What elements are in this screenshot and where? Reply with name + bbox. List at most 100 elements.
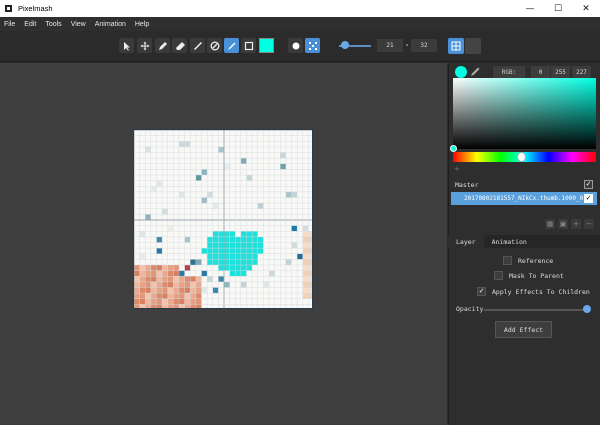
menu-file[interactable]: File bbox=[4, 21, 15, 28]
cyan-shape-pixel bbox=[224, 236, 230, 243]
cyan-shape-pixel bbox=[212, 236, 219, 243]
mask-to-parent-option[interactable]: Mask To Parent bbox=[494, 271, 564, 280]
cyan-shape-pixel bbox=[229, 236, 236, 243]
pixel bbox=[285, 259, 292, 265]
cyan-shape-pixel bbox=[257, 236, 264, 243]
menu-tools[interactable]: Tools bbox=[45, 21, 61, 28]
cyan-shape-pixel bbox=[218, 259, 224, 265]
grid-view-button[interactable] bbox=[448, 38, 464, 54]
apply-effects-label: Apply Effects To Children bbox=[492, 287, 590, 296]
current-color-preview[interactable] bbox=[455, 66, 467, 78]
cyan-shape-pixel bbox=[229, 242, 236, 249]
minimize-button[interactable]: — bbox=[516, 0, 544, 17]
menu-help[interactable]: Help bbox=[135, 21, 149, 28]
add-effect-button[interactable]: Add Effect bbox=[495, 321, 552, 338]
color-mode-label[interactable]: RGB: bbox=[493, 66, 525, 78]
skin-pixel bbox=[195, 276, 202, 282]
cyan-shape-pixel bbox=[207, 248, 213, 254]
mask-to-parent-checkbox[interactable] bbox=[494, 271, 503, 280]
master-layer-row[interactable]: Master bbox=[450, 178, 598, 191]
peach-strip-pixel bbox=[302, 287, 312, 294]
saturation-value-picker[interactable] bbox=[453, 78, 596, 149]
cyan-shape-pixel bbox=[229, 248, 236, 254]
reference-option[interactable]: Reference bbox=[503, 256, 553, 265]
hue-slider-handle[interactable] bbox=[517, 152, 526, 162]
cyan-shape-pixel bbox=[240, 236, 247, 243]
brush-tool-button[interactable] bbox=[224, 38, 239, 53]
brush-spacing-input[interactable]: 32 bbox=[411, 39, 437, 52]
remove-layer-button[interactable]: − bbox=[584, 219, 594, 229]
menu-edit[interactable]: Edit bbox=[24, 21, 36, 28]
skin-pixel bbox=[145, 293, 151, 299]
layer-visibility-checkbox[interactable]: ✓ bbox=[584, 194, 593, 203]
cyan-shape-pixel bbox=[229, 270, 236, 277]
skin-pixel bbox=[173, 281, 179, 288]
skin-pixel bbox=[139, 287, 146, 294]
duplicate-layer-button[interactable]: ▦ bbox=[545, 219, 555, 229]
opacity-slider-handle[interactable] bbox=[583, 305, 591, 313]
apply-effects-option[interactable]: ✓ Apply Effects To Children bbox=[477, 287, 590, 296]
menu-view[interactable]: View bbox=[71, 21, 86, 28]
eraser-tool-button[interactable] bbox=[172, 38, 187, 53]
brush-size-input[interactable]: 21 bbox=[377, 39, 403, 52]
master-visibility-checkbox[interactable]: ✓ bbox=[584, 180, 593, 189]
maximize-button[interactable]: ☐ bbox=[544, 0, 572, 17]
paint-bucket-icon bbox=[210, 41, 219, 50]
cyan-shape-pixel bbox=[212, 248, 219, 254]
line-tool-button[interactable] bbox=[190, 38, 205, 53]
select-tool-button[interactable] bbox=[119, 38, 134, 53]
cursor-arrow-icon bbox=[123, 41, 130, 50]
eyedropper-icon[interactable] bbox=[470, 67, 480, 77]
saturation-value-handle[interactable] bbox=[450, 145, 457, 152]
move-arrows-icon bbox=[140, 41, 149, 50]
skin-pixel bbox=[134, 287, 140, 294]
primary-color-swatch[interactable] bbox=[259, 38, 274, 53]
cyan-shape-pixel bbox=[235, 248, 241, 254]
cyan-shape-pixel bbox=[224, 242, 230, 249]
brush-size-slider-handle[interactable] bbox=[341, 41, 349, 49]
green-value-field[interactable]: 255 bbox=[551, 66, 570, 78]
pixel-art-image[interactable] bbox=[134, 130, 313, 309]
cyan-shape-pixel bbox=[240, 265, 247, 271]
peach-strip-pixel bbox=[302, 231, 312, 237]
skin-pixel bbox=[156, 304, 163, 308]
layer-item[interactable]: 20170802181557_NIkCx.thumb.1000_0-8a bbox=[451, 192, 597, 205]
fill-tool-button[interactable] bbox=[207, 38, 222, 53]
skin-pixel bbox=[184, 304, 191, 308]
cyan-shape-pixel bbox=[224, 253, 230, 260]
pixel bbox=[156, 236, 163, 243]
blue-value-field[interactable]: 227 bbox=[572, 66, 591, 78]
skin-pixel bbox=[179, 304, 185, 308]
close-button[interactable]: ✕ bbox=[572, 0, 600, 17]
skin-pixel bbox=[179, 293, 185, 299]
tab-layer[interactable]: Layer bbox=[448, 235, 484, 248]
skin-pixel bbox=[190, 293, 196, 299]
menu-animation[interactable]: Animation bbox=[95, 21, 126, 28]
pencil-tool-button[interactable] bbox=[155, 38, 170, 53]
add-layer-button[interactable]: + bbox=[571, 219, 581, 229]
pixel bbox=[257, 203, 264, 209]
move-tool-button[interactable] bbox=[137, 38, 152, 53]
pixel bbox=[291, 225, 298, 232]
dither-brush-shape-button[interactable] bbox=[305, 38, 320, 53]
opacity-slider-track[interactable] bbox=[484, 309, 586, 311]
reference-label: Reference bbox=[518, 256, 554, 265]
round-brush-shape-button[interactable] bbox=[288, 38, 303, 53]
group-layer-button[interactable]: ▣ bbox=[558, 219, 568, 229]
skin-pixel bbox=[173, 287, 179, 294]
rectangle-tool-button[interactable] bbox=[241, 38, 256, 53]
dither-pattern-icon bbox=[308, 41, 317, 50]
peach-strip-pixel bbox=[302, 276, 312, 282]
skin-pixel bbox=[162, 276, 168, 282]
reference-checkbox[interactable] bbox=[503, 256, 512, 265]
apply-effects-checkbox[interactable]: ✓ bbox=[477, 287, 486, 296]
mask-to-parent-label: Mask To Parent bbox=[509, 271, 564, 280]
pixel-canvas[interactable] bbox=[133, 129, 313, 309]
add-swatch-button[interactable]: + bbox=[454, 165, 460, 173]
red-value-field[interactable]: 0 bbox=[531, 66, 550, 78]
cyan-shape-pixel bbox=[246, 231, 253, 237]
cyan-shape-pixel bbox=[246, 259, 253, 265]
single-view-button[interactable] bbox=[465, 38, 481, 54]
tab-animation[interactable]: Animation bbox=[484, 235, 535, 248]
cyan-shape-pixel bbox=[224, 231, 230, 237]
